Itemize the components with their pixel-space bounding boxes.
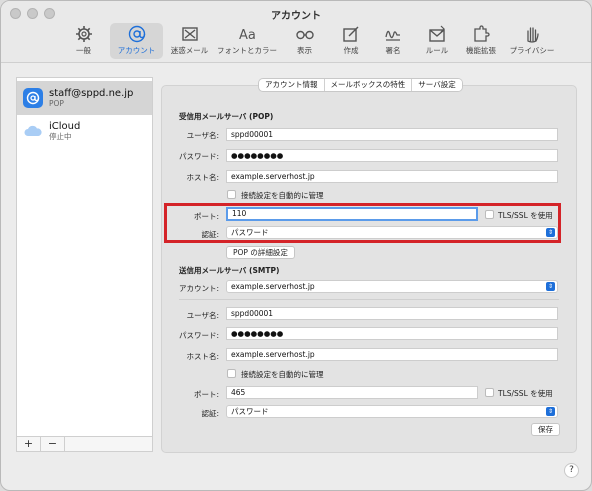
toolbar-fonts[interactable]: Aa フォントとカラー [216,23,278,59]
cloud-icon [23,121,43,141]
outgoing-password-label: パスワード: [178,331,219,340]
junk-icon [181,27,198,41]
toolbar-compose[interactable]: 作成 [331,23,371,59]
outgoing-host-label: ホスト名: [186,352,219,361]
incoming-server-title: 受信用メールサーバ (POP) [179,112,274,121]
toolbar: 一般 アカウント 迷惑メール Aa フォントとカラー 表示 作成 署名 ルール … [57,23,561,59]
tab-server-settings[interactable]: サーバ設定 [412,79,462,91]
chevron-updown-icon: ⇕ [546,407,555,416]
title-bar: アカウント 一般 アカウント 迷惑メール Aa フォントとカラー 表示 作成 署… [1,1,591,63]
incoming-password-field[interactable]: ●●●●●●●● [226,149,558,162]
toolbar-label: 作成 [343,46,359,55]
outgoing-account-value: example.serverhost.jp [231,282,315,291]
toolbar-privacy[interactable]: プライバシー [503,23,561,59]
outgoing-port-label: ポート: [193,390,219,399]
outgoing-host-field[interactable]: example.serverhost.jp [226,348,558,361]
outgoing-user-field[interactable]: sppd00001 [226,307,558,320]
outgoing-account-select[interactable]: example.serverhost.jp ⇕ [226,280,558,293]
outgoing-auth-value: パスワード [231,407,269,416]
toolbar-extensions[interactable]: 機能拡張 [459,23,503,59]
outgoing-auth-label: 認証: [201,409,219,418]
toolbar-signature[interactable]: 署名 [371,23,415,59]
outgoing-tls-label: TLS/SSL を使用 [498,389,553,398]
at-icon [128,25,145,43]
gear-icon [75,26,92,42]
chevron-updown-icon: ⇕ [546,282,555,291]
incoming-user-label: ユーザ名: [186,131,219,140]
toolbar-label: ルール [425,46,449,55]
tab-account-info[interactable]: アカウント情報 [259,79,325,91]
save-button[interactable]: 保存 [531,423,560,436]
incoming-host-field[interactable]: example.serverhost.jp [226,170,558,183]
compose-icon [343,26,359,42]
incoming-auto-manage-label: 接続設定を自動的に管理 [241,191,324,200]
account-name: iCloud [49,120,81,132]
toolbar-general[interactable]: 一般 [57,23,110,59]
toolbar-label: フォントとカラー [217,46,277,55]
outgoing-port-field[interactable]: 465 [226,386,478,399]
outgoing-password-field[interactable]: ●●●●●●●● [226,327,558,340]
toolbar-label: アカウント [117,46,156,55]
highlight-box [164,203,561,243]
sidebar-footer: + − [16,436,153,452]
glasses-icon [295,30,314,40]
incoming-host-label: ホスト名: [186,173,219,182]
window-title: アカウント [271,11,321,22]
toolbar-label: 迷惑メール [170,46,209,55]
account-item-icloud[interactable]: iCloud 停止中 [17,114,152,148]
account-item-staff[interactable]: staff@sppd.ne.jp POP [17,81,152,115]
account-name: staff@sppd.ne.jp [49,87,134,99]
add-account-button[interactable]: + [17,437,41,451]
toolbar-label: 一般 [76,46,91,55]
toolbar-accounts[interactable]: アカウント [110,23,163,59]
toolbar-view[interactable]: 表示 [278,23,331,59]
svg-text:Aa: Aa [239,28,256,43]
help-button[interactable]: ? [564,463,579,478]
outgoing-tls-checkbox[interactable] [485,388,494,397]
toolbar-label: プライバシー [509,46,555,55]
account-type: POP [49,98,64,108]
hand-icon [527,27,539,43]
rules-icon [429,25,445,42]
remove-account-button[interactable]: − [41,437,65,451]
at-icon [23,88,43,108]
outgoing-server-title: 送信用メールサーバ (SMTP) [179,266,280,275]
accounts-sidebar: staff@sppd.ne.jp POP iCloud 停止中 [16,77,153,451]
tab-bar: アカウント情報 メールボックスの特性 サーバ設定 [258,78,463,92]
toolbar-label: 表示 [297,46,312,55]
extension-icon [474,25,490,42]
incoming-auto-manage-checkbox[interactable] [227,190,236,199]
incoming-user-field[interactable]: sppd00001 [226,128,558,141]
outgoing-auth-select[interactable]: パスワード ⇕ [226,405,558,418]
outgoing-auto-manage-checkbox[interactable] [227,369,236,378]
outgoing-auto-manage-label: 接続設定を自動的に管理 [241,370,324,379]
outgoing-account-label: アカウント: [178,284,219,293]
font-icon: Aa [239,28,256,43]
outgoing-user-label: ユーザ名: [186,311,219,320]
toolbar-label: 機能拡張 [466,46,496,55]
account-status: 停止中 [49,131,72,141]
section-divider [179,299,559,300]
tab-mailbox-behaviors[interactable]: メールボックスの特性 [325,79,413,91]
incoming-password-label: パスワード: [178,152,219,161]
toolbar-rules[interactable]: ルール [415,23,459,59]
signature-icon [385,30,400,41]
pop-advanced-button[interactable]: POP の詳細設定 [226,246,295,259]
toolbar-label: 署名 [385,46,401,55]
toolbar-junk[interactable]: 迷惑メール [163,23,216,59]
preferences-window: アカウント 一般 アカウント 迷惑メール Aa フォントとカラー 表示 作成 署… [0,0,592,491]
